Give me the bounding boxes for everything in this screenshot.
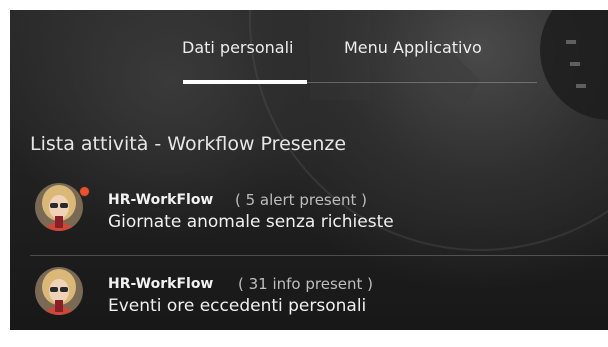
list-item[interactable]: HR-WorkFlow ( 5 alert present ) Giornate…	[30, 178, 608, 248]
user-avatar-icon	[35, 183, 90, 231]
tab-bar: Dati personali Menu Applicativo	[10, 10, 608, 95]
alert-dot-icon	[79, 186, 90, 197]
list-item[interactable]: HR-WorkFlow ( 31 info present ) Eventi o…	[30, 262, 608, 330]
tab-dati-personali[interactable]: Dati personali	[182, 38, 293, 57]
item-count: ( 5 alert present )	[235, 191, 367, 209]
item-description: Giornate anomale senza richieste	[108, 212, 394, 232]
workflow-panel: Dati personali Menu Applicativo Lista at…	[10, 10, 608, 330]
user-avatar-icon	[35, 267, 83, 315]
active-tab-indicator	[183, 80, 307, 84]
item-description: Eventi ore eccedenti personali	[108, 296, 367, 316]
item-source: HR-WorkFlow	[108, 276, 214, 292]
item-source: HR-WorkFlow	[108, 192, 214, 208]
section-title: Lista attività - Workflow Presenze	[30, 133, 347, 155]
row-divider	[30, 255, 608, 256]
tab-menu-applicativo[interactable]: Menu Applicativo	[344, 38, 482, 57]
item-count: ( 31 info present )	[238, 275, 374, 293]
